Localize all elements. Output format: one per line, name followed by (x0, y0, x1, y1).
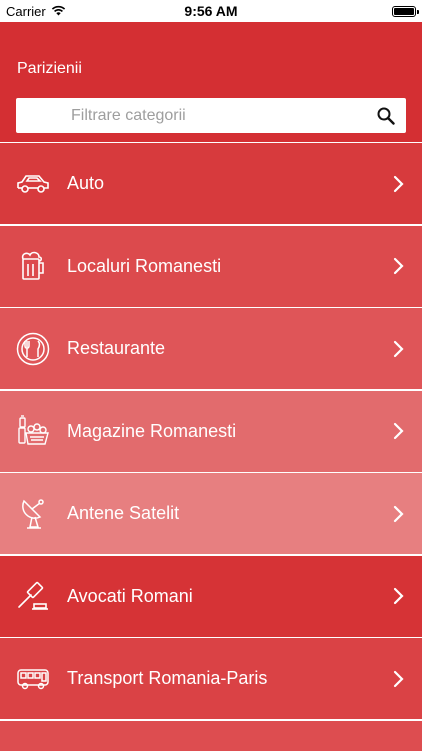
beer-mug-icon (15, 248, 51, 284)
chevron-right-icon (393, 175, 404, 192)
app-header: Parizienii (0, 22, 422, 142)
category-label: Magazine Romanesti (67, 420, 237, 441)
search-bar (16, 97, 406, 134)
gavel-icon (15, 578, 51, 614)
search-button[interactable] (366, 98, 406, 133)
chevron-right-icon (393, 340, 404, 357)
search-icon (377, 107, 395, 125)
status-left: Carrier (6, 4, 66, 19)
chevron-right-icon (393, 670, 404, 687)
battery-icon (392, 5, 419, 17)
category-label: Restaurante (67, 338, 166, 358)
page-title: Parizienii (17, 60, 82, 77)
category-row-avocati-romani[interactable]: Avocati Romani (0, 555, 422, 637)
satellite-dish-icon (15, 496, 51, 532)
search-input[interactable] (16, 97, 366, 134)
grocery-icon (15, 413, 51, 449)
category-label: Auto (67, 173, 105, 193)
chevron-right-icon (393, 587, 404, 605)
car-icon (15, 166, 51, 202)
chevron-right-icon (393, 505, 404, 522)
bus-icon (15, 661, 51, 697)
category-label: Avocati Romani (67, 585, 193, 606)
category-row-localuri-romanesti[interactable]: Localuri Romanesti (0, 225, 422, 307)
carrier-label: Carrier (6, 3, 46, 19)
category-label: Transport Romania-Paris (67, 668, 268, 688)
category-label: Localuri Romanesti (67, 255, 222, 276)
status-bar: Carrier 9:56 AM (0, 0, 422, 22)
category-row-antene-satelit[interactable]: Antene Satelit (0, 473, 422, 554)
chevron-right-icon (393, 257, 404, 275)
category-row-magazine-romanesti[interactable]: Magazine Romanesti (0, 390, 422, 472)
category-row-auto[interactable]: Auto (0, 143, 422, 224)
category-label: Antene Satelit (67, 503, 180, 523)
wifi-icon (51, 4, 66, 19)
category-list: Auto Localuri Romanesti Restaurante Maga… (0, 143, 422, 751)
category-row-partial[interactable] (0, 720, 422, 751)
category-row-transport-romania-paris[interactable]: Transport Romania-Paris (0, 638, 422, 719)
chevron-right-icon (393, 422, 404, 440)
category-row-restaurante[interactable]: Restaurante (0, 308, 422, 389)
plate-cutlery-icon (15, 331, 51, 367)
